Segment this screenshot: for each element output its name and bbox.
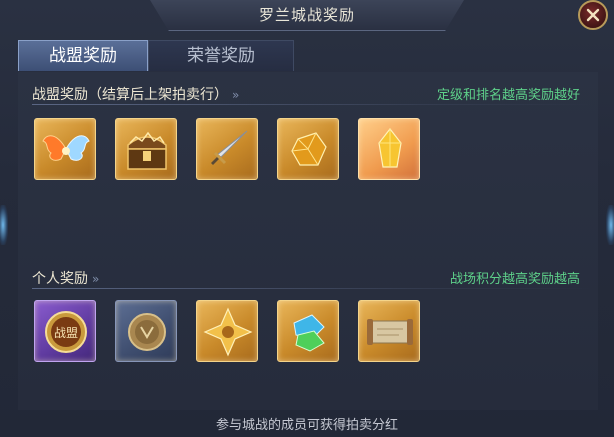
reward-slot-dagger[interactable] <box>196 118 258 180</box>
green-blue-gems-icon <box>293 314 325 352</box>
treasure-chest-icon <box>127 131 167 170</box>
reward-slot-gems[interactable] <box>277 300 339 362</box>
reward-slot-alliance-coin[interactable]: 战盟 <box>34 300 96 362</box>
reward-panel: 战盟奖励（结算后上架拍卖行） » 定级和排名越高奖励越好 个人奖励 » 战场积分越… <box>18 72 598 410</box>
reward-slot-scroll[interactable] <box>358 300 420 362</box>
personal-reward-title: 个人奖励 <box>32 271 88 287</box>
window-title: 罗兰城战奖励 <box>258 6 355 24</box>
close-button[interactable] <box>578 0 608 30</box>
alliance-reward-header: 战盟奖励（结算后上架拍卖行） » <box>32 84 239 104</box>
section-divider <box>32 104 592 105</box>
close-icon <box>586 8 600 22</box>
alliance-reward-hint: 定级和排名越高奖励越好 <box>436 88 580 103</box>
chevron-right-icon: » <box>92 272 100 286</box>
dagger-icon <box>211 130 248 165</box>
personal-reward-hint: 战场积分越高奖励越高 <box>449 272 580 287</box>
alliance-coin-label: 战盟 <box>54 326 78 340</box>
alliance-reward-title: 战盟奖励（结算后上架拍卖行） <box>32 87 228 103</box>
edge-glow-left <box>0 205 8 245</box>
scroll-icon <box>367 319 413 345</box>
footer-note: 参与城战的成员可获得拍卖分红 <box>215 418 398 433</box>
reward-slot-chest[interactable] <box>115 118 177 180</box>
wings-icon <box>42 135 90 161</box>
reward-slot-wings[interactable] <box>34 118 96 180</box>
tab-bar: 战盟奖励 荣誉奖励 <box>18 40 598 73</box>
bronze-coin-icon <box>128 313 166 351</box>
section-divider <box>32 288 592 289</box>
reward-slot-crystal[interactable] <box>358 118 420 180</box>
amber-gem-icon <box>291 132 327 166</box>
personal-reward-header: 个人奖励 » <box>32 268 99 288</box>
reward-slot-emblem[interactable] <box>196 300 258 362</box>
reward-window: 罗兰城战奖励 战盟奖励 荣誉奖励 战盟奖励（结算后上架拍卖行） » 定级和排名越高… <box>0 0 614 437</box>
yellow-crystal-icon <box>378 128 402 168</box>
reward-slot-amber[interactable] <box>277 118 339 180</box>
reward-slot-bronze-coin[interactable] <box>115 300 177 362</box>
chevron-right-icon: » <box>232 88 240 102</box>
edge-glow-right <box>606 205 614 245</box>
tab-honor-reward[interactable]: 荣誉奖励 <box>148 40 294 71</box>
alliance-coin-icon: 战盟 <box>45 311 87 353</box>
tab-alliance-reward[interactable]: 战盟奖励 <box>18 40 148 71</box>
golden-emblem-icon <box>203 307 253 357</box>
